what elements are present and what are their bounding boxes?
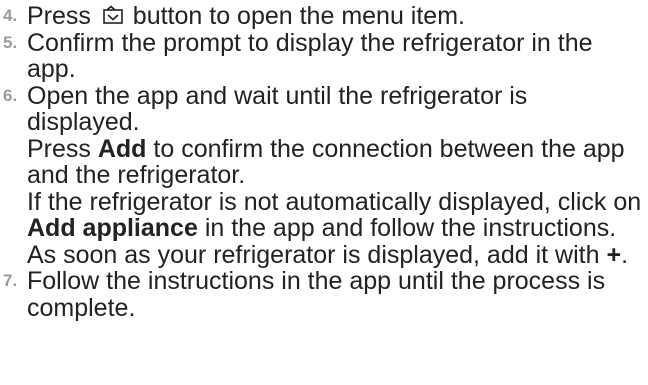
step-6-paragraph-3: If the refrigerator is not automatically… [27,187,642,269]
plus-symbol: + [606,240,622,269]
add-label: Add [97,134,147,163]
step-6: 6. Open the app and wait until the refri… [0,81,648,269]
step-4: 4. Press button to open the menu item. [0,3,648,30]
step-6-paragraph-2: Press Add to confirm the connection betw… [27,134,625,189]
step-5: 5. Confirm the prompt to display the ref… [0,28,648,83]
step-number: 4. [3,6,18,25]
step-6-paragraph-1: Open the app and wait until the refriger… [27,81,528,136]
step-text: Open the app and wait until the refriger… [25,81,648,269]
instruction-steps: 4. Press button to open the menu item. 5… [0,3,648,321]
step-text: Confirm the prompt to display the refrig… [27,28,593,83]
step-7: 7. Follow the instructions in the app un… [0,268,648,321]
step-text: Follow the instructions in the app until… [27,267,606,322]
add-appliance-label: Add appliance [27,214,198,242]
menu-button-icon [102,5,124,25]
step-text: Press button to open the menu item. [27,2,465,30]
step-number: 5. [3,32,18,52]
step-number: 7. [3,271,18,290]
step-number: 6. [3,85,18,105]
